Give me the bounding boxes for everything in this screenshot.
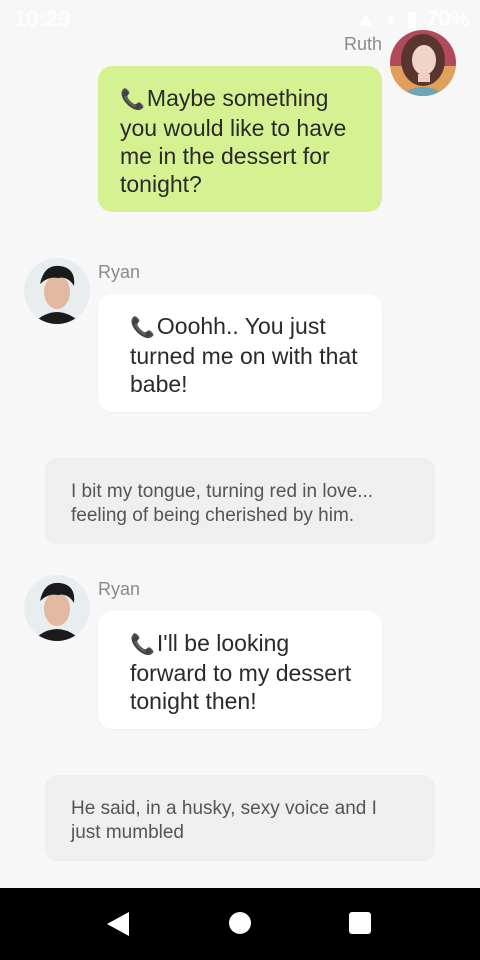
avatar-ruth[interactable] (390, 30, 456, 96)
phone-icon: 📞 (130, 317, 155, 339)
sender-name-ruth: Ruth (343, 34, 382, 54)
avatar-ryan-image (24, 258, 90, 324)
message-text: Maybe something you would like to have m… (120, 85, 347, 197)
sender-name-ryan: Ryan (98, 262, 141, 282)
status-time: 10:29 (14, 6, 71, 31)
back-triangle-icon[interactable] (107, 912, 129, 936)
battery-percent: 70% (425, 6, 470, 31)
message-text: Ooohh.. You just turned me on with that … (130, 313, 358, 397)
avatar-ryan[interactable] (24, 575, 90, 641)
message-bubble-ruth[interactable]: 📞Maybe something you would like to have … (98, 66, 382, 212)
avatar-ruth-image (390, 30, 456, 96)
signal-icon: ▲ (354, 6, 377, 31)
narration-text: I bit my tongue, turning red in love... … (71, 481, 374, 526)
narration-box: I bit my tongue, turning red in love... … (45, 458, 435, 544)
status-icons: ▲ ◗ ▮ 70% (355, 6, 470, 32)
avatar-ryan[interactable] (24, 258, 90, 324)
sender-name-ryan: Ryan (98, 579, 141, 599)
narration-text: He said, in a husky, sexy voice and I ju… (71, 798, 377, 843)
narration-box: He said, in a husky, sexy voice and I ju… (45, 775, 435, 861)
status-bar: 10:29 ▲ ◗ ▮ 70% (0, 0, 480, 36)
message-bubble-ryan[interactable]: 📞I'll be looking forward to my dessert t… (98, 611, 382, 729)
navigation-bar (0, 888, 480, 960)
message-bubble-ryan[interactable]: 📞Ooohh.. You just turned me on with that… (98, 294, 382, 412)
wifi-icon: ◗ (384, 6, 398, 31)
recents-square-icon[interactable] (349, 912, 371, 934)
avatar-ryan-image (24, 575, 90, 641)
home-circle-icon[interactable] (229, 912, 251, 934)
phone-icon: 📞 (120, 89, 145, 111)
message-text: I'll be looking forward to my dessert to… (130, 630, 352, 714)
phone-icon: 📞 (130, 634, 155, 656)
battery-icon: ▮ (405, 6, 418, 31)
